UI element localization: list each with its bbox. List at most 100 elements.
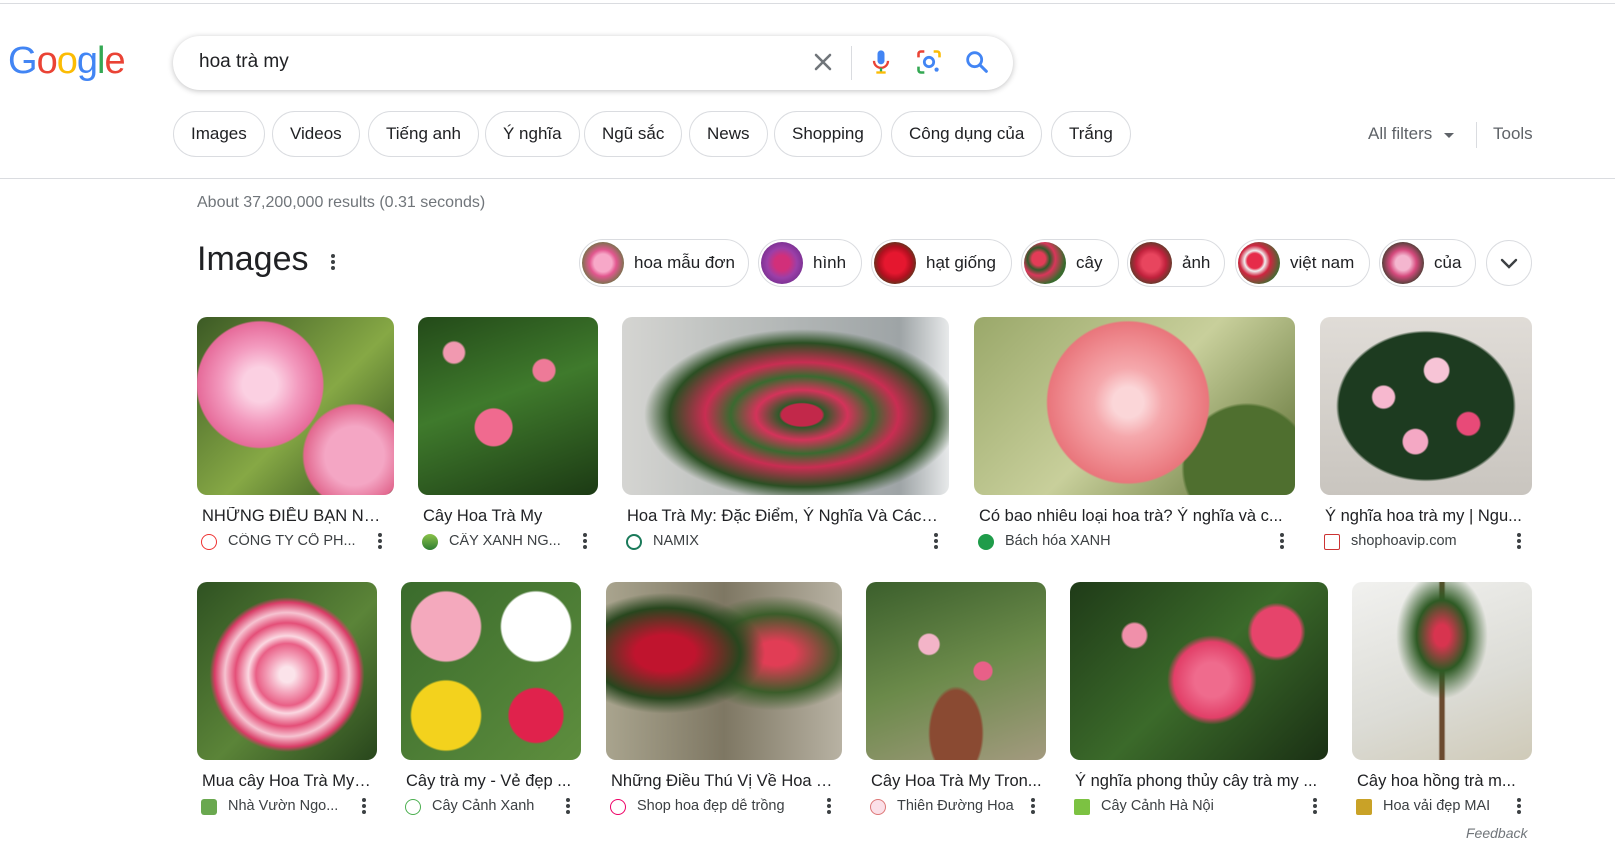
more-options-icon[interactable] xyxy=(358,797,370,815)
filter-chip-news[interactable]: News xyxy=(689,111,768,157)
more-options-icon[interactable] xyxy=(579,532,591,550)
image-result[interactable]: Cây hoa hồng trà m... Hoa vải đẹp MAI xyxy=(1352,582,1532,822)
related-thumbnail xyxy=(1382,242,1424,284)
image-title[interactable]: Cây Hoa Trà My Tron... xyxy=(871,772,1043,791)
image-title[interactable]: Cây Hoa Trà My xyxy=(423,507,593,526)
related-chip-label: hoa mẫu đơn xyxy=(634,253,735,272)
image-thumbnail[interactable] xyxy=(1352,582,1532,760)
related-chip-cua[interactable]: của xyxy=(1379,239,1476,287)
image-title[interactable]: NHỮNG ĐIỀU BẠN NÊ... xyxy=(202,507,382,526)
filter-chip-shopping[interactable]: Shopping xyxy=(774,111,882,157)
image-source[interactable]: Thiên Đường Hoa xyxy=(897,798,1021,814)
more-options-icon[interactable] xyxy=(374,532,386,550)
related-chip-hinh[interactable]: hình xyxy=(758,239,862,287)
image-result[interactable]: Cây Hoa Trà My Tron... Thiên Đường Hoa xyxy=(866,582,1046,822)
related-chip-viet-nam[interactable]: việt nam xyxy=(1235,239,1370,287)
filter-chip-images[interactable]: Images xyxy=(173,111,265,157)
image-result[interactable]: Ý nghĩa phong thủy cây trà my ... Cây Cả… xyxy=(1070,582,1328,822)
search-input[interactable]: hoa trà my xyxy=(199,51,289,73)
search-box[interactable]: hoa trà my xyxy=(173,36,1013,90)
image-title[interactable]: Ý nghĩa phong thủy cây trà my ... xyxy=(1075,772,1325,791)
image-result[interactable]: Có bao nhiêu loại hoa trà? Ý nghĩa và c.… xyxy=(974,317,1295,557)
related-chip-anh[interactable]: ảnh xyxy=(1127,239,1225,287)
more-options-icon[interactable] xyxy=(1309,797,1321,815)
all-filters-button[interactable]: All filters xyxy=(1368,124,1432,144)
image-title[interactable]: Cây hoa hồng trà m... xyxy=(1357,772,1529,791)
filter-chip-videos[interactable]: Videos xyxy=(272,111,360,157)
filter-chip-trang[interactable]: Trắng xyxy=(1051,111,1131,157)
related-chip-hoa-mau-don[interactable]: hoa mẫu đơn xyxy=(579,239,749,287)
google-logo[interactable]: Google xyxy=(8,40,126,83)
image-title[interactable]: Hoa Trà My: Đặc Điểm, Ý Nghĩa Và Cách ..… xyxy=(627,507,945,526)
image-thumbnail[interactable] xyxy=(866,582,1046,760)
image-result[interactable]: Ý nghĩa hoa trà my | Ngu... shophoavip.c… xyxy=(1320,317,1532,557)
more-options-icon[interactable] xyxy=(562,797,574,815)
expand-related-button[interactable] xyxy=(1486,240,1532,286)
filter-chip-ngu-sac[interactable]: Ngũ sắc xyxy=(584,111,683,157)
more-options-icon[interactable] xyxy=(1276,532,1288,550)
related-chip-label: của xyxy=(1434,253,1462,272)
image-thumbnail[interactable] xyxy=(622,317,949,495)
chevron-down-icon[interactable] xyxy=(1444,133,1454,138)
image-title[interactable]: Mua cây Hoa Trà My ... xyxy=(202,772,372,791)
image-thumbnail[interactable] xyxy=(1070,582,1328,760)
logo-letter: G xyxy=(8,40,38,82)
microphone-icon[interactable] xyxy=(867,48,895,81)
image-result[interactable]: Những Điều Thú Vị Về Hoa T... Shop hoa đ… xyxy=(606,582,842,822)
more-options-icon[interactable] xyxy=(1513,532,1525,550)
filter-chip-y-nghia[interactable]: Ý nghĩa xyxy=(485,111,580,157)
image-thumbnail[interactable] xyxy=(401,582,581,760)
image-source[interactable]: Hoa vải đẹp MAI xyxy=(1383,798,1507,814)
image-title[interactable]: Có bao nhiêu loại hoa trà? Ý nghĩa và c.… xyxy=(979,507,1289,526)
related-chip-hat-giong[interactable]: hạt giống xyxy=(871,239,1012,287)
more-options-icon[interactable] xyxy=(327,252,339,272)
image-title[interactable]: Những Điều Thú Vị Về Hoa T... xyxy=(611,772,837,791)
more-options-icon[interactable] xyxy=(1027,797,1039,815)
feedback-link[interactable]: Feedback xyxy=(1466,825,1527,841)
clear-icon[interactable] xyxy=(809,48,837,76)
tools-button[interactable]: Tools xyxy=(1493,124,1533,144)
image-title[interactable]: Cây trà my - Vẻ đẹp ... xyxy=(406,772,576,791)
search-icon[interactable] xyxy=(963,48,991,81)
image-thumbnail[interactable] xyxy=(974,317,1295,495)
image-source[interactable]: Cây Cảnh Xanh xyxy=(432,798,552,814)
image-result[interactable]: Cây Hoa Trà My CÂY XANH NG... xyxy=(418,317,598,557)
image-thumbnail[interactable] xyxy=(1320,317,1532,495)
filter-chip-tieng-anh[interactable]: Tiếng anh xyxy=(368,111,479,157)
image-thumbnail[interactable] xyxy=(606,582,842,760)
related-chip-cay[interactable]: cây xyxy=(1021,239,1119,287)
image-title[interactable]: Ý nghĩa hoa trà my | Ngu... xyxy=(1325,507,1525,526)
filter-chip-cong-dung-cua[interactable]: Công dụng của xyxy=(891,111,1043,157)
image-source[interactable]: CÔNG TY CỔ PH... xyxy=(228,533,360,549)
image-source[interactable]: Shop hoa đẹp dễ trồng xyxy=(637,798,807,814)
site-favicon-icon xyxy=(405,799,421,815)
more-options-icon[interactable] xyxy=(823,797,835,815)
site-favicon-icon xyxy=(978,534,994,550)
more-options-icon[interactable] xyxy=(930,532,942,550)
image-result[interactable]: Mua cây Hoa Trà My ... Nhà Vườn Ngo... xyxy=(197,582,377,822)
image-source[interactable]: Nhà Vườn Ngo... xyxy=(228,798,346,814)
image-thumbnail[interactable] xyxy=(418,317,598,495)
image-thumbnail[interactable] xyxy=(197,317,394,495)
images-heading[interactable]: Images xyxy=(197,240,309,279)
related-thumbnail xyxy=(761,242,803,284)
related-thumbnail xyxy=(582,242,624,284)
top-divider xyxy=(0,3,1615,4)
image-source[interactable]: CÂY XANH NG... xyxy=(449,533,565,549)
site-favicon-icon xyxy=(1074,799,1090,815)
image-source[interactable]: shophoavip.com xyxy=(1351,533,1501,549)
image-source[interactable]: Bách hóa XANH xyxy=(1005,533,1205,549)
result-stats: About 37,200,000 results (0.31 seconds) xyxy=(197,194,486,211)
google-lens-icon[interactable] xyxy=(915,48,943,81)
related-thumbnail xyxy=(1024,242,1066,284)
image-result[interactable]: NHỮNG ĐIỀU BẠN NÊ... CÔNG TY CỔ PH... xyxy=(197,317,394,557)
image-thumbnail[interactable] xyxy=(197,582,377,760)
more-options-icon[interactable] xyxy=(1513,797,1525,815)
related-chip-label: việt nam xyxy=(1290,253,1355,272)
site-favicon-icon xyxy=(870,799,886,815)
image-source[interactable]: Cây Cảnh Hà Nội xyxy=(1101,798,1281,814)
image-source[interactable]: NAMIX xyxy=(653,533,853,549)
image-result[interactable]: Hoa Trà My: Đặc Điểm, Ý Nghĩa Và Cách ..… xyxy=(622,317,949,557)
image-result[interactable]: Cây trà my - Vẻ đẹp ... Cây Cảnh Xanh xyxy=(401,582,581,822)
site-favicon-icon xyxy=(626,534,642,550)
